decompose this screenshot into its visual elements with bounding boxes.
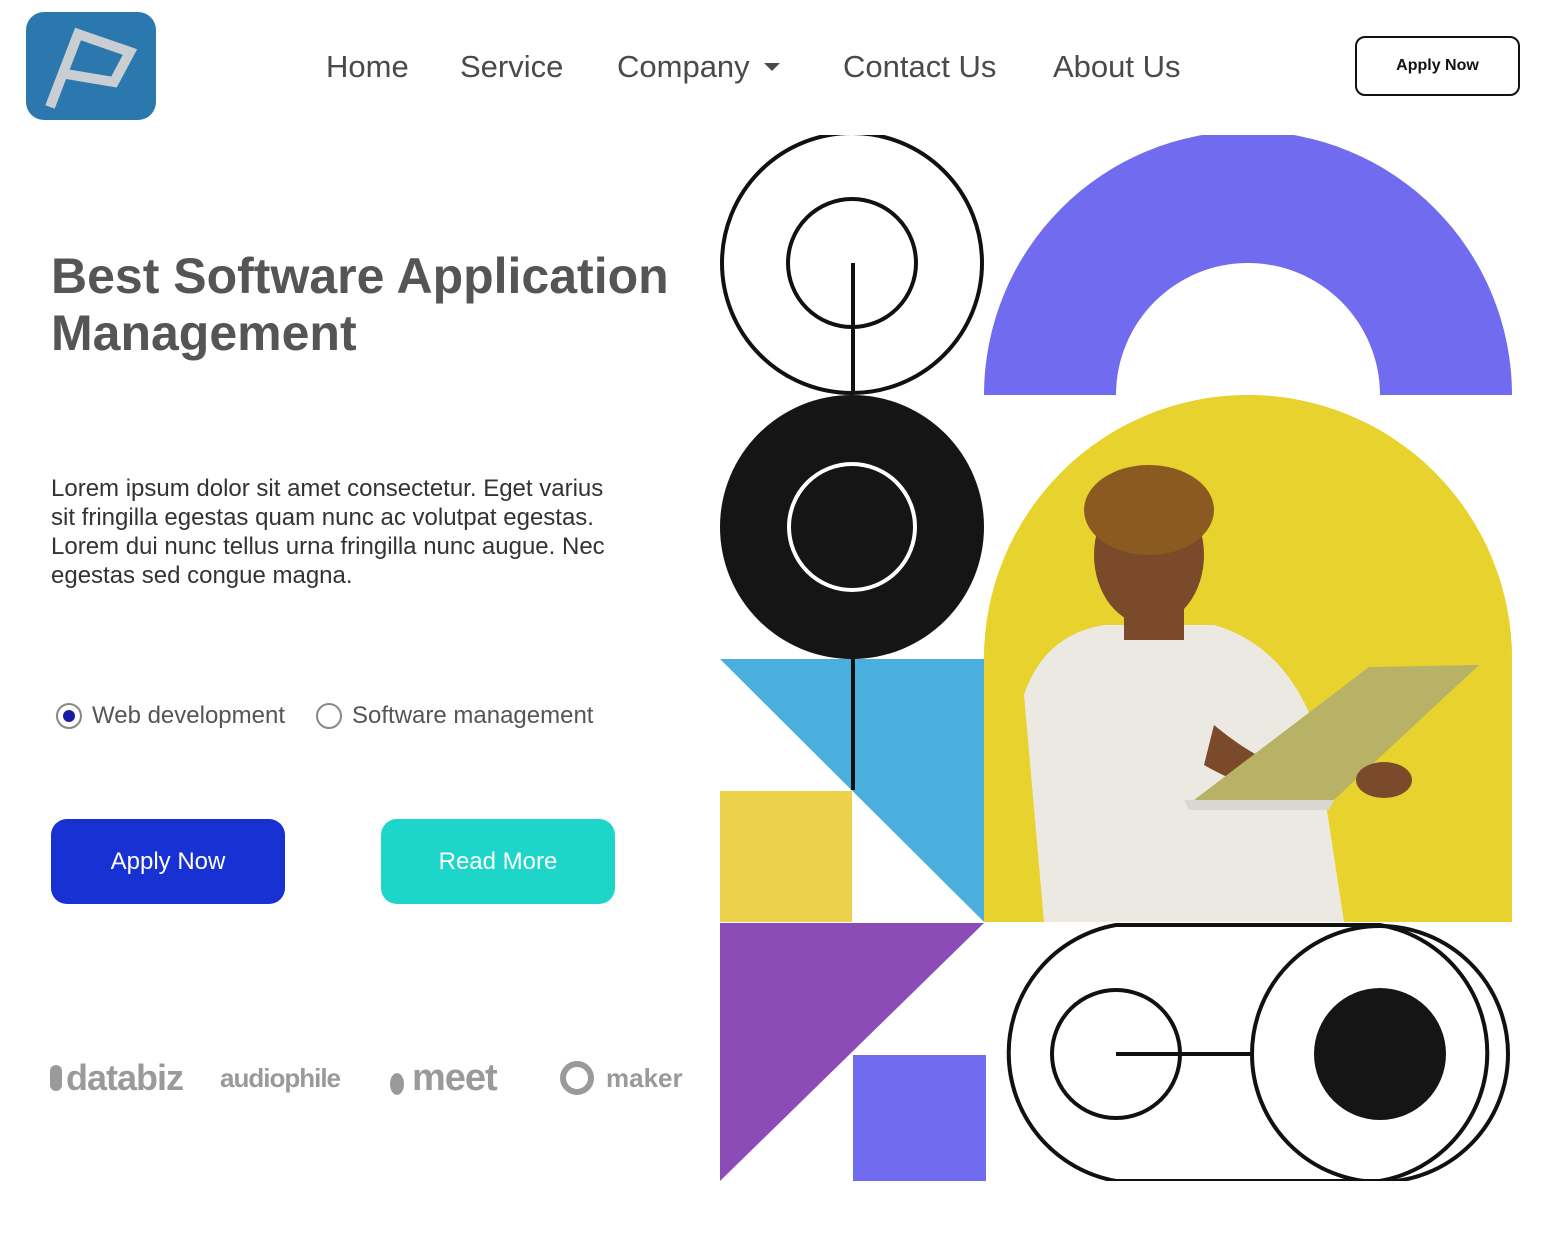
hero-title: Best Software Application Management <box>51 248 669 361</box>
partner-logo-meet: meet <box>390 1048 498 1108</box>
chevron-down-icon <box>763 62 780 71</box>
radio-software-management[interactable]: Software management <box>316 700 593 732</box>
radio-button-checked[interactable] <box>56 703 82 729</box>
purple-arch <box>984 135 1512 395</box>
black-dot <box>1314 988 1446 1120</box>
hero-photo <box>984 395 1512 922</box>
hero-description: Lorem ipsum dolor sit amet consectetur. … <box>51 475 605 589</box>
logo[interactable] <box>26 12 156 120</box>
databiz-dot-icon <box>50 1065 62 1091</box>
nav-home[interactable]: Home <box>326 48 409 86</box>
header-apply-button[interactable]: Apply Now <box>1355 36 1520 96</box>
nav-contact-us[interactable]: Contact Us <box>843 48 996 86</box>
partner-logo-databiz: databiz <box>50 1048 184 1108</box>
read-more-button[interactable]: Read More <box>381 819 615 904</box>
maker-circle-icon <box>560 1061 594 1095</box>
purple-square <box>853 1055 986 1181</box>
nav-service[interactable]: Service <box>460 48 563 86</box>
nav-about-us[interactable]: About Us <box>1053 48 1181 86</box>
apply-now-button[interactable]: Apply Now <box>51 819 285 904</box>
black-circle <box>720 395 984 659</box>
nav-company[interactable]: Company <box>617 48 780 86</box>
person-with-laptop-image <box>984 395 1512 922</box>
yellow-square <box>720 791 852 922</box>
logo-flag-icon <box>45 27 138 109</box>
meet-drops-icon <box>390 1073 404 1095</box>
radio-web-development[interactable]: Web development <box>56 700 285 732</box>
partner-logo-audiophile: audiophile <box>220 1062 341 1093</box>
partner-logo-maker: maker <box>560 1048 683 1108</box>
radio-button[interactable] <box>316 703 342 729</box>
